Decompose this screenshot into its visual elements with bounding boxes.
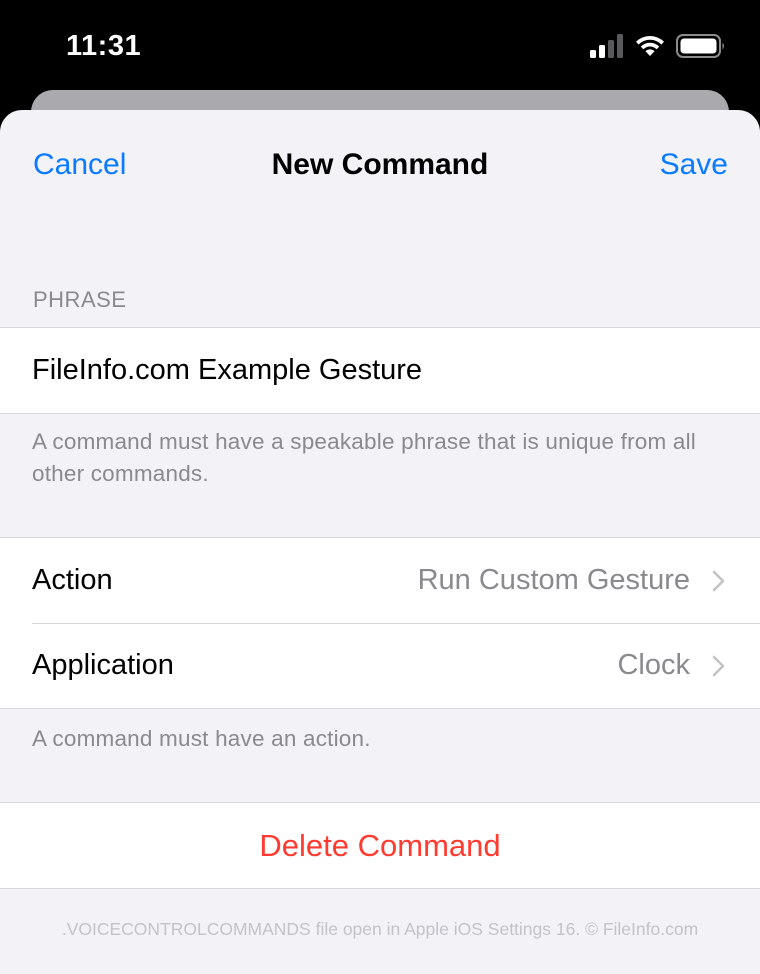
status-time: 11:31 [66, 30, 142, 62]
action-footer: A command must have an action. [32, 726, 371, 751]
watermark-text: .VOICECONTROLCOMMANDS file open in Apple… [61, 919, 699, 939]
phrase-field[interactable]: FileInfo.com Example Gesture [0, 328, 760, 413]
application-value: Clock [617, 649, 690, 681]
action-label: Action [32, 564, 113, 596]
battery-icon [676, 34, 724, 58]
settings-group: Action Run Custom Gesture Application Cl… [0, 537, 760, 709]
phrase-group: FileInfo.com Example Gesture [0, 327, 760, 414]
chevron-right-icon [712, 570, 725, 591]
status-bar: 11:31 [0, 0, 760, 96]
action-value: Run Custom Gesture [417, 564, 690, 596]
wifi-icon [636, 36, 664, 56]
navigation-bar: Cancel New Command Save [0, 110, 760, 220]
phrase-footer: A command must have a speakable phrase t… [32, 429, 697, 486]
save-button[interactable]: Save [660, 148, 728, 182]
delete-command-label: Delete Command [259, 827, 501, 863]
phrase-section-header: PHRASE [33, 287, 127, 312]
status-icons [590, 34, 726, 58]
page-title: New Command [271, 148, 489, 181]
delete-command-button[interactable]: Delete Command [0, 803, 760, 888]
modal-sheet: Cancel New Command Save PHRASE FileInfo.… [0, 110, 760, 974]
chevron-right-icon [712, 655, 725, 676]
action-row[interactable]: Action Run Custom Gesture [0, 538, 760, 623]
application-label: Application [32, 649, 174, 681]
delete-group: Delete Command [0, 802, 760, 889]
application-row[interactable]: Application Clock [0, 623, 760, 708]
cellular-signal-icon [590, 34, 623, 58]
phrase-value[interactable]: FileInfo.com Example Gesture [32, 354, 422, 387]
